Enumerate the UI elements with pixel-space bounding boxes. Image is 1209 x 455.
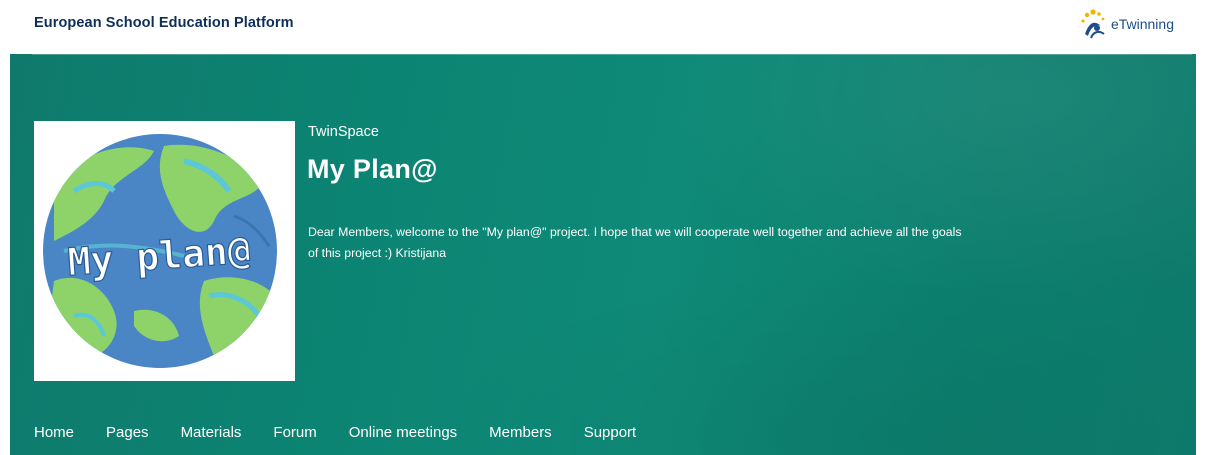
nav-item-pages[interactable]: Pages — [106, 424, 149, 441]
project-hero: My plan@ TwinSpace My Plan@ Dear Members… — [10, 54, 1196, 455]
project-title: My Plan@ — [307, 154, 438, 184]
etwinning-logo[interactable]: eTwinning — [1079, 8, 1174, 40]
top-bar: European School Education Platform eTwin… — [0, 0, 1209, 52]
etwinning-logo-icon — [1081, 9, 1105, 39]
twinspace-nav: Home Pages Materials Forum Online meetin… — [34, 424, 668, 441]
nav-item-online-meetings[interactable]: Online meetings — [349, 424, 457, 441]
platform-title[interactable]: European School Education Platform — [34, 15, 294, 31]
section-label: TwinSpace — [308, 124, 379, 140]
hero-divider — [32, 54, 1192, 55]
nav-item-materials[interactable]: Materials — [181, 424, 242, 441]
nav-item-support[interactable]: Support — [584, 424, 637, 441]
project-description: Dear Members, welcome to the "My plan@" … — [308, 225, 962, 260]
etwinning-logo-text: eTwinning — [1110, 16, 1174, 32]
project-image: My plan@ — [34, 121, 295, 381]
nav-item-members[interactable]: Members — [489, 424, 552, 441]
nav-item-forum[interactable]: Forum — [273, 424, 316, 441]
earth-globe-image: My plan@ — [43, 134, 277, 368]
nav-item-home[interactable]: Home — [34, 424, 74, 441]
